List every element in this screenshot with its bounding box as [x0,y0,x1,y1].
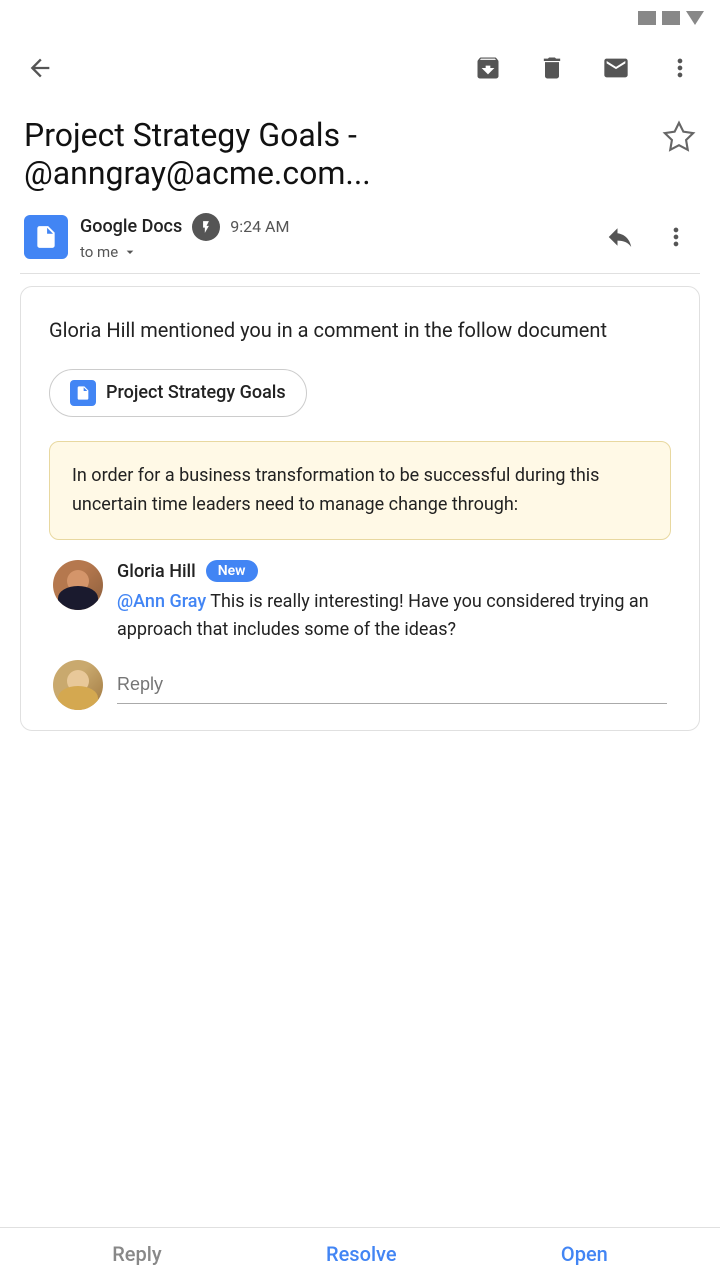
more-button[interactable] [660,48,700,88]
reply-input-container[interactable] [117,666,667,704]
sender-name: Google Docs [80,216,182,237]
wifi-icon [662,11,680,25]
bottom-bar: Reply Resolve Open [0,1227,720,1280]
comment-content: Gloria Hill New @Ann Gray This is really… [117,560,667,644]
divider [20,273,700,274]
back-button[interactable] [20,48,60,88]
comment-body: @Ann Gray This is really interesting! Ha… [117,588,667,644]
lightning-badge [192,213,220,241]
email-time: 9:24 AM [230,217,289,236]
email-toolbar [0,36,720,100]
comment-section: Gloria Hill New @Ann Gray This is really… [49,560,671,710]
email-button[interactable] [596,48,636,88]
open-action[interactable]: Open [561,1242,608,1266]
quoted-text: In order for a business transformation t… [72,462,648,520]
ann-avatar [53,660,103,710]
doc-link[interactable]: Project Strategy Goals [49,369,307,417]
doc-title: Project Strategy Goals [106,382,286,403]
reply-input[interactable] [117,674,667,695]
quoted-block: In order for a business transformation t… [49,441,671,541]
reply-button-header[interactable] [600,217,640,257]
comment-item: Gloria Hill New @Ann Gray This is really… [53,560,667,644]
archive-button[interactable] [468,48,508,88]
email-card: Gloria Hill mentioned you in a comment i… [20,286,700,731]
resolve-action[interactable]: Resolve [326,1242,397,1266]
commenter-name: Gloria Hill [117,561,196,582]
star-button[interactable] [662,120,696,158]
email-title: Project Strategy Goals - @anngray@acme.c… [24,116,650,193]
dropdown-icon [686,11,704,25]
email-title-row: Project Strategy Goals - @anngray@acme.c… [0,100,720,201]
mention-at: @Ann Gray [117,591,206,612]
mention-text: Gloria Hill mentioned you in a comment i… [49,315,671,345]
more-button-email[interactable] [656,217,696,257]
delete-button[interactable] [532,48,572,88]
sender-row: Google Docs 9:24 AM to me [0,201,720,273]
new-badge: New [206,560,258,582]
reply-row [53,660,667,710]
status-bar [0,0,720,36]
doc-icon [70,380,96,406]
recipient-dropdown[interactable]: to me [80,243,289,261]
reply-action[interactable]: Reply [112,1242,161,1266]
comment-header: Gloria Hill New [117,560,667,582]
signal-icon [638,11,656,25]
sender-avatar [24,215,68,259]
gloria-avatar [53,560,103,610]
